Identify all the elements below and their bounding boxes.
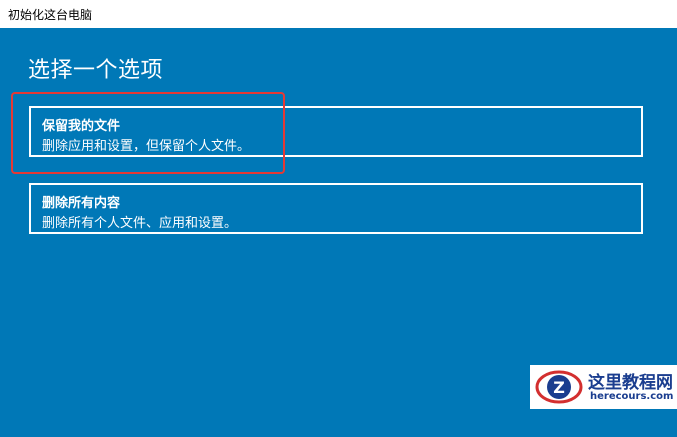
watermark-logo-icon: Z [535,370,583,404]
watermark-name: 这里教程网 [588,373,673,393]
option-keep-files[interactable]: 保留我的文件 删除应用和设置，但保留个人文件。 [29,106,643,157]
window-title: 初始化这台电脑 [8,8,93,22]
page-heading: 选择一个选项 [28,58,164,83]
watermark: Z 这里教程网 herecours.com [530,365,677,409]
watermark-url: herecours.com [590,391,674,402]
option-remove-everything-description: 删除所有个人文件、应用和设置。 [42,216,238,231]
option-keep-files-title: 保留我的文件 [42,119,121,134]
title-bar: 初始化这台电脑 [0,0,677,28]
svg-text:Z: Z [553,378,565,397]
option-remove-everything-title: 删除所有内容 [42,196,121,211]
option-keep-files-description: 删除应用和设置，但保留个人文件。 [42,139,251,154]
option-remove-everything[interactable]: 删除所有内容 删除所有个人文件、应用和设置。 [29,183,643,234]
